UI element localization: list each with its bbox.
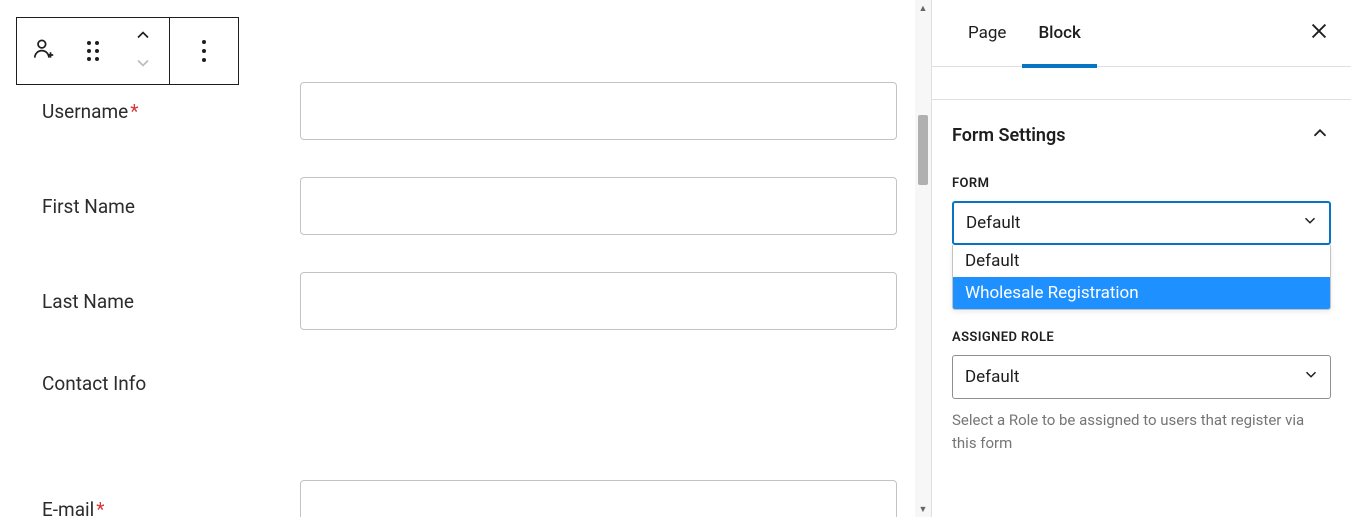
field-label: E-mail* (42, 498, 300, 517)
more-options-button[interactable] (170, 18, 238, 84)
tab-block[interactable]: Block (1022, 0, 1096, 67)
move-up-button[interactable] (133, 23, 153, 51)
close-icon (1308, 20, 1330, 46)
editor-scrollbar[interactable]: ▲ ▼ (915, 0, 931, 517)
section-heading: Contact Info (42, 372, 146, 395)
chevron-up-icon (133, 25, 153, 49)
role-select[interactable]: Default (952, 355, 1331, 399)
settings-sidebar: Page Block Form Settings FORM Default D (931, 0, 1351, 517)
panel-title: Form Settings (952, 125, 1065, 146)
role-select-label: ASSIGNED ROLE (952, 330, 1331, 345)
form-row-username: Username* (42, 82, 897, 140)
firstname-input[interactable] (300, 177, 897, 235)
chevron-up-icon (1309, 122, 1331, 148)
scroll-up-arrow[interactable]: ▲ (915, 0, 931, 16)
field-label: Last Name (42, 290, 300, 313)
scroll-down-arrow[interactable]: ▼ (915, 501, 931, 517)
username-input[interactable] (300, 82, 897, 140)
form-select-dropdown: Default Wholesale Registration (952, 245, 1331, 310)
field-label: First Name (42, 195, 300, 218)
chevron-down-icon (133, 53, 153, 77)
form-row-firstname: First Name (42, 177, 897, 235)
form-option-default[interactable]: Default (953, 245, 1330, 277)
move-down-button[interactable] (133, 51, 153, 79)
sidebar-tabs: Page Block (932, 0, 1351, 67)
email-input[interactable] (300, 480, 897, 517)
panel-body: FORM Default Default Wholesale Registrat… (932, 170, 1351, 474)
role-select-value: Default (965, 367, 1019, 387)
form-row-lastname: Last Name (42, 272, 897, 330)
user-plus-icon (31, 36, 57, 66)
lastname-input[interactable] (300, 272, 897, 330)
block-mover (116, 18, 169, 84)
tab-page[interactable]: Page (952, 0, 1022, 67)
form-option-wholesale[interactable]: Wholesale Registration (953, 277, 1330, 309)
field-label: Username* (42, 100, 300, 123)
form-select-label: FORM (952, 176, 1331, 191)
chevron-down-icon (1302, 366, 1320, 389)
more-vertical-icon (202, 40, 206, 62)
close-sidebar-button[interactable] (1299, 13, 1339, 53)
role-help-text: Select a Role to be assigned to users th… (952, 409, 1331, 454)
panel-form-settings: Form Settings FORM Default Default Whole… (932, 99, 1351, 474)
form-select[interactable]: Default (952, 201, 1331, 245)
panel-toggle[interactable]: Form Settings (932, 100, 1351, 170)
form-row-email: E-mail* (42, 480, 897, 517)
scrollbar-thumb[interactable] (918, 115, 928, 185)
chevron-down-icon (1301, 212, 1319, 235)
block-toolbar (16, 17, 239, 85)
block-type-button[interactable] (17, 18, 70, 84)
drag-handle-icon (87, 41, 99, 61)
editor-canvas: Username* First Name Last Name Contact I… (0, 0, 915, 517)
form-select-value: Default (966, 213, 1020, 233)
drag-handle-button[interactable] (70, 18, 116, 84)
